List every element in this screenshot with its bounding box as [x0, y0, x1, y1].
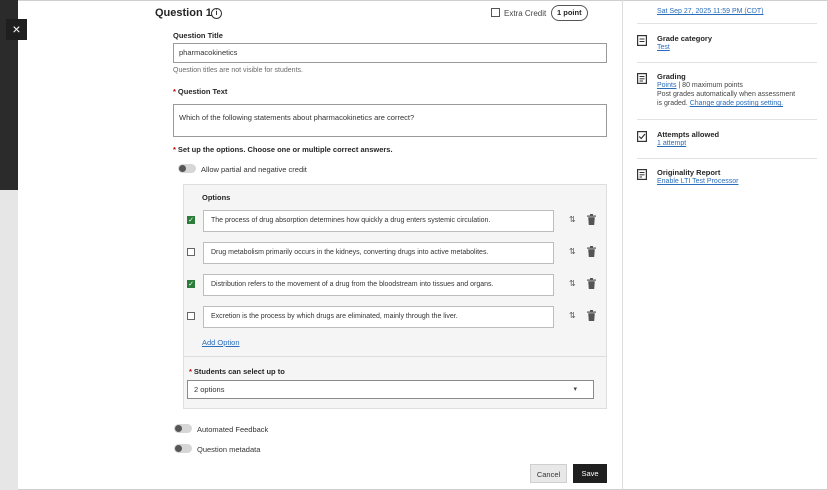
- option-row: Excretion is the process by which drugs …: [184, 306, 608, 328]
- reorder-icon[interactable]: ⇅: [569, 247, 576, 256]
- change-grade-posting-link[interactable]: Change grade posting setting.: [690, 100, 783, 107]
- setup-options-label: * Set up the options. Choose one or multi…: [173, 145, 393, 154]
- save-button[interactable]: Save: [573, 464, 607, 483]
- question-title-input[interactable]: pharmacokinetics: [173, 43, 607, 63]
- trash-icon[interactable]: [587, 214, 596, 225]
- grade-category-title: Grade category: [657, 34, 713, 43]
- option-text-input[interactable]: Drug metabolism primarily occurs in the …: [203, 242, 554, 264]
- automated-feedback-toggle[interactable]: [174, 424, 192, 433]
- cancel-button[interactable]: Cancel: [530, 464, 567, 483]
- grading-points-link[interactable]: Points: [657, 82, 676, 89]
- reorder-icon[interactable]: ⇅: [569, 279, 576, 288]
- grading-post-text: Post grades automatically when assessmen…: [657, 91, 796, 98]
- option-text-input[interactable]: Distribution refers to the movement of a…: [203, 274, 554, 296]
- question-metadata-toggle[interactable]: [174, 444, 192, 453]
- document-icon: [637, 35, 647, 46]
- checkbox-icon: [491, 8, 500, 17]
- originality-section: Originality Report Enable LTI Test Proce…: [637, 168, 817, 188]
- grade-category-link[interactable]: Test: [657, 44, 670, 51]
- correct-answer-checkbox[interactable]: [187, 312, 195, 320]
- question-title-helper: Question titles are not visible for stud…: [173, 67, 303, 74]
- question-text-label-text: Question Text: [177, 87, 228, 96]
- option-text-input[interactable]: The process of drug absorption determine…: [203, 210, 554, 232]
- points-button[interactable]: 1 point: [551, 5, 588, 21]
- grade-category-section: Grade category Test: [637, 34, 817, 54]
- select-limit-dropdown[interactable]: 2 options ▾: [187, 380, 594, 399]
- originality-link[interactable]: Enable LTI Test Processor: [657, 178, 738, 185]
- grading-section: Grading Points | 80 maximum points Post …: [637, 72, 817, 112]
- reorder-icon[interactable]: ⇅: [569, 311, 576, 320]
- extra-credit-label: Extra Credit: [504, 9, 547, 18]
- grading-points-text: | 80 maximum points: [678, 82, 743, 89]
- sidebar-separator: [637, 23, 817, 24]
- close-button[interactable]: ×: [6, 19, 27, 40]
- sidebar-separator: [637, 62, 817, 63]
- extra-credit-checkbox[interactable]: Extra Credit: [491, 8, 546, 18]
- info-icon[interactable]: i: [211, 8, 222, 19]
- checkbox-checked-icon: [637, 131, 647, 142]
- partial-credit-label: Allow partial and negative credit: [201, 165, 307, 174]
- report-icon: [637, 169, 647, 180]
- automated-feedback-label: Automated Feedback: [197, 425, 269, 434]
- required-mark: *: [173, 87, 176, 96]
- correct-answer-checkbox[interactable]: ✓: [187, 280, 195, 288]
- chevron-down-icon: ▾: [573, 386, 577, 393]
- reorder-icon[interactable]: ⇅: [569, 215, 576, 224]
- sidebar-divider: [622, 0, 623, 490]
- correct-answer-checkbox[interactable]: ✓: [187, 216, 195, 224]
- option-row: ✓ Distribution refers to the movement of…: [184, 274, 608, 296]
- grading-points-line: Points | 80 maximum points: [657, 82, 743, 89]
- add-option-link[interactable]: Add Option: [202, 338, 240, 347]
- sidebar-separator: [637, 119, 817, 120]
- left-backdrop: [0, 0, 18, 490]
- setup-options-text: Set up the options. Choose one or multip…: [177, 145, 393, 154]
- trash-icon[interactable]: [587, 246, 596, 257]
- grading-title: Grading: [657, 72, 686, 81]
- question-heading: Question 1: [155, 7, 212, 19]
- option-text-input[interactable]: Excretion is the process by which drugs …: [203, 306, 554, 328]
- trash-icon[interactable]: [587, 278, 596, 289]
- grading-icon: [637, 73, 647, 84]
- attempts-section: Attempts allowed 1 attempt: [637, 130, 817, 150]
- trash-icon[interactable]: [587, 310, 596, 321]
- attempts-link[interactable]: 1 attempt: [657, 140, 686, 147]
- due-date-link[interactable]: Sat Sep 27, 2025 11:59 PM (CDT): [657, 8, 763, 15]
- grading-is-graded-text: is graded.: [657, 100, 688, 107]
- panel-divider: [184, 356, 606, 357]
- grading-change-line: is graded. Change grade posting setting.: [657, 100, 783, 107]
- originality-title: Originality Report: [657, 168, 721, 177]
- partial-credit-toggle[interactable]: [178, 164, 196, 173]
- question-text-editor[interactable]: Which of the following statements about …: [173, 104, 607, 137]
- question-metadata-label: Question metadata: [197, 445, 261, 454]
- question-text-label: * Question Text: [173, 87, 227, 96]
- select-limit-value: 2 options: [194, 385, 225, 394]
- correct-answer-checkbox[interactable]: [187, 248, 195, 256]
- question-title-label: Question Title: [173, 31, 223, 40]
- required-mark: *: [173, 145, 176, 154]
- select-limit-label-text: Students can select up to: [193, 367, 285, 376]
- select-limit-label: * Students can select up to: [189, 367, 285, 376]
- required-mark: *: [189, 367, 192, 376]
- attempts-title: Attempts allowed: [657, 130, 720, 139]
- options-panel: Options ✓ The process of drug absorption…: [183, 184, 607, 409]
- sidebar-separator: [637, 158, 817, 159]
- option-row: Drug metabolism primarily occurs in the …: [184, 242, 608, 264]
- option-row: ✓ The process of drug absorption determi…: [184, 210, 608, 232]
- options-header: Options: [202, 193, 231, 202]
